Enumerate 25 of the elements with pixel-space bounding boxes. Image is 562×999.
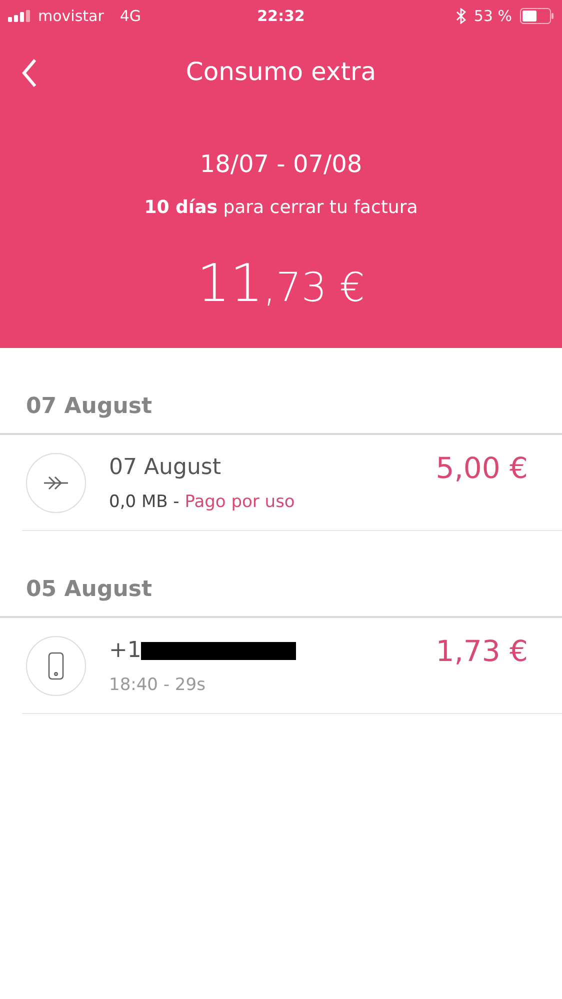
item-title: 07 August	[109, 454, 221, 482]
transaction-row[interactable]: +1 18:40 - 29s 1,73 €	[22, 618, 562, 714]
item-amount: 5,00 €	[436, 450, 528, 487]
item-amount: 1,73 €	[436, 633, 528, 670]
item-detail: 0,0 MB -	[109, 491, 180, 514]
item-detail: 18:40 - 29s	[109, 674, 206, 697]
total-amount-decimals: ,73 €	[263, 264, 365, 313]
transaction-row[interactable]: 07 August 0,0 MB - Pago por uso 5,00 €	[22, 435, 562, 531]
clock-time: 22:32	[257, 6, 305, 27]
network-type: 4G	[120, 6, 142, 27]
battery-percent: 53 %	[474, 6, 512, 27]
section-date: 05 August	[26, 577, 152, 602]
battery-icon	[520, 8, 554, 24]
merge-arrow-icon	[43, 474, 69, 490]
total-amount: 11	[197, 253, 264, 316]
days-remaining: 10 días para cerrar tu factura	[144, 196, 418, 220]
billing-period: 18/07 - 07/08	[200, 149, 362, 180]
bluetooth-icon	[456, 8, 466, 24]
carrier-name: movistar	[38, 6, 104, 27]
page-title: Consumo extra	[186, 57, 376, 86]
plan-link[interactable]: Pago por uso	[184, 490, 295, 516]
section-date: 07 August	[26, 394, 152, 419]
item-title: +1	[109, 637, 142, 665]
phone-icon	[48, 652, 64, 680]
back-chevron-icon	[21, 58, 37, 88]
